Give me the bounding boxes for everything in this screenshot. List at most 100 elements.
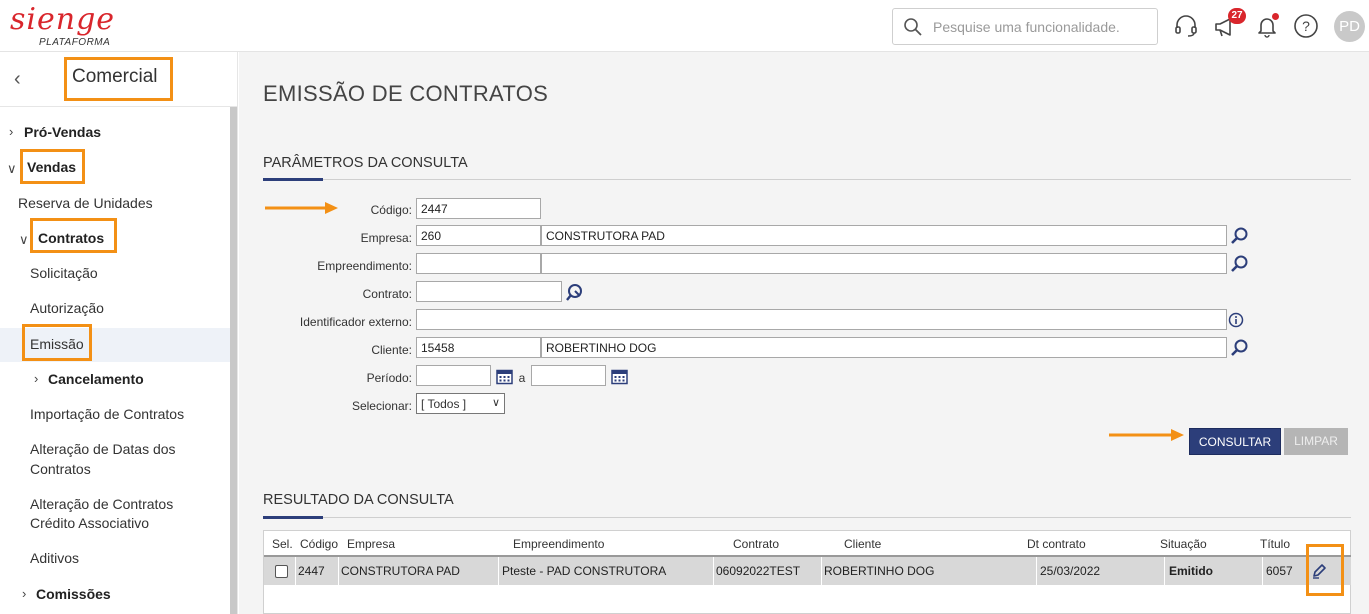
periodo-to-input[interactable] [531, 365, 606, 386]
row-empreendimento: Pteste - PAD CONSTRUTORA [502, 564, 667, 578]
section-underline [263, 516, 323, 519]
cell-separator [295, 557, 296, 585]
sidebar-item-alteracao-datas-line2[interactable]: Contratos [30, 461, 91, 477]
divider [263, 179, 1351, 180]
top-bar: sienge PLATAFORMA 27 ? PD [0, 0, 1369, 52]
sidebar-item-cancelamento[interactable]: Cancelamento [48, 371, 144, 387]
calendar-icon[interactable] [496, 368, 513, 385]
row-cliente: ROBERTINHO DOG [824, 564, 935, 578]
column-header[interactable]: Sel. [272, 537, 293, 551]
results-section-title: RESULTADO DA CONSULTA [263, 492, 454, 508]
consultar-button[interactable]: CONSULTAR [1189, 428, 1281, 455]
identificador-input[interactable] [416, 309, 1227, 330]
codigo-label: Código: [370, 203, 412, 217]
empreendimento-label: Empreendimento: [317, 259, 412, 273]
contrato-input[interactable] [416, 281, 562, 302]
logo-text: sienge [10, 2, 116, 37]
sidebar-item-contratos[interactable]: Contratos [38, 230, 104, 246]
column-header[interactable]: Situação [1160, 537, 1207, 551]
row-titulo: 6057 [1266, 564, 1293, 578]
sienge-logo[interactable]: sienge PLATAFORMA [10, 2, 120, 50]
sidebar-item-pro-vendas[interactable]: Pró-Vendas [24, 124, 101, 140]
sidebar: ‹ Comercial › Pró-Vendas ∨ Vendas Reserv… [0, 52, 238, 614]
annotation-arrow [265, 202, 338, 214]
lookup-search-icon[interactable] [1230, 254, 1250, 274]
cell-separator [1262, 557, 1263, 585]
sidebar-item-reserva-unidades[interactable]: Reserva de Unidades [18, 195, 153, 211]
empresa-label: Empresa: [360, 231, 412, 245]
empreendimento-code-input[interactable] [416, 253, 541, 274]
column-header[interactable]: Título [1260, 537, 1290, 551]
row-codigo: 2447 [298, 564, 325, 578]
sidebar-item-comissoes[interactable]: Comissões [36, 586, 111, 602]
svg-text:?: ? [1302, 18, 1310, 34]
logo-subtitle: PLATAFORMA [39, 37, 111, 48]
sidebar-item-emissao[interactable]: Emissão [30, 336, 84, 352]
table-row[interactable]: 2447 CONSTRUTORA PAD Pteste - PAD CONSTR… [264, 557, 1351, 585]
row-contrato: 06092022TEST [716, 564, 801, 578]
empresa-code-input[interactable]: 260 [416, 225, 541, 246]
bell-alert-dot [1272, 13, 1279, 20]
cell-separator [713, 557, 714, 585]
lookup-search-icon[interactable] [1230, 338, 1250, 358]
column-header[interactable]: Código [300, 537, 338, 551]
divider [263, 517, 1351, 518]
sidebar-item-aditivos[interactable]: Aditivos [30, 550, 79, 566]
lookup-search-icon[interactable] [1230, 226, 1250, 246]
params-section-title: PARÂMETROS DA CONSULTA [263, 155, 468, 171]
row-empresa: CONSTRUTORA PAD [341, 564, 460, 578]
sidebar-item-alteracao-credito-line2[interactable]: Crédito Associativo [30, 515, 149, 531]
chevron-down-icon[interactable]: ∨ [19, 232, 29, 248]
chevron-left-icon[interactable]: ‹ [14, 68, 21, 91]
column-header[interactable]: Empresa [347, 537, 395, 551]
cliente-code-input[interactable]: 15458 [416, 337, 541, 358]
search-box[interactable] [892, 8, 1158, 45]
info-icon[interactable] [1228, 312, 1244, 328]
search-input[interactable] [933, 18, 1143, 36]
cell-separator [1164, 557, 1165, 585]
empreendimento-name-input[interactable] [541, 253, 1227, 274]
cliente-label: Cliente: [371, 343, 412, 357]
cell-separator [338, 557, 339, 585]
chevron-right-icon[interactable]: › [9, 124, 13, 139]
row-checkbox[interactable] [275, 565, 288, 578]
row-dt-contrato: 25/03/2022 [1040, 564, 1101, 578]
sidebar-item-solicitacao[interactable]: Solicitação [30, 265, 98, 281]
periodo-from-input[interactable] [416, 365, 491, 386]
annotation-highlight [1306, 544, 1344, 596]
empresa-name-input[interactable]: CONSTRUTORA PAD [541, 225, 1227, 246]
headset-icon[interactable] [1172, 12, 1200, 40]
results-table: Sel. Código Empresa Empreendimento Contr… [263, 530, 1351, 614]
periodo-separator: a [518, 371, 526, 385]
cliente-name-input[interactable]: ROBERTINHO DOG [541, 337, 1227, 358]
column-header[interactable]: Empreendimento [513, 537, 604, 551]
chevron-down-icon[interactable]: ∨ [7, 161, 17, 177]
section-underline [263, 178, 323, 181]
calendar-icon[interactable] [611, 368, 628, 385]
column-header[interactable]: Contrato [733, 537, 779, 551]
main-content: EMISSÃO DE CONTRATOS PARÂMETROS DA CONSU… [239, 52, 1369, 614]
annotation-arrow [1109, 429, 1184, 441]
sidebar-item-autorizacao[interactable]: Autorização [30, 300, 104, 316]
codigo-input[interactable]: 2447 [416, 198, 541, 219]
search-icon[interactable] [903, 17, 923, 37]
sidebar-title: Comercial [64, 57, 173, 101]
page-title: EMISSÃO DE CONTRATOS [263, 81, 549, 106]
sidebar-scrollbar[interactable] [230, 107, 237, 614]
sidebar-item-vendas[interactable]: Vendas [27, 159, 76, 175]
sidebar-item-alteracao-datas[interactable]: Alteração de Datas dos [30, 441, 176, 457]
contract-search-icon[interactable] [565, 282, 585, 302]
chevron-right-icon[interactable]: › [22, 586, 26, 601]
row-situacao: Emitido [1169, 564, 1213, 578]
contrato-label: Contrato: [362, 287, 412, 301]
sidebar-item-importacao-contratos[interactable]: Importação de Contratos [30, 406, 184, 422]
column-header[interactable]: Dt contrato [1027, 537, 1086, 551]
help-icon[interactable]: ? [1292, 12, 1320, 40]
sidebar-item-alteracao-credito[interactable]: Alteração de Contratos [30, 496, 173, 512]
limpar-button[interactable]: LIMPAR [1284, 428, 1348, 455]
cell-separator [1036, 557, 1037, 585]
chevron-right-icon[interactable]: › [34, 371, 38, 386]
avatar[interactable]: PD [1334, 11, 1365, 42]
column-header[interactable]: Cliente [844, 537, 881, 551]
selecionar-select[interactable]: [ Todos ] ∨ [416, 393, 505, 414]
